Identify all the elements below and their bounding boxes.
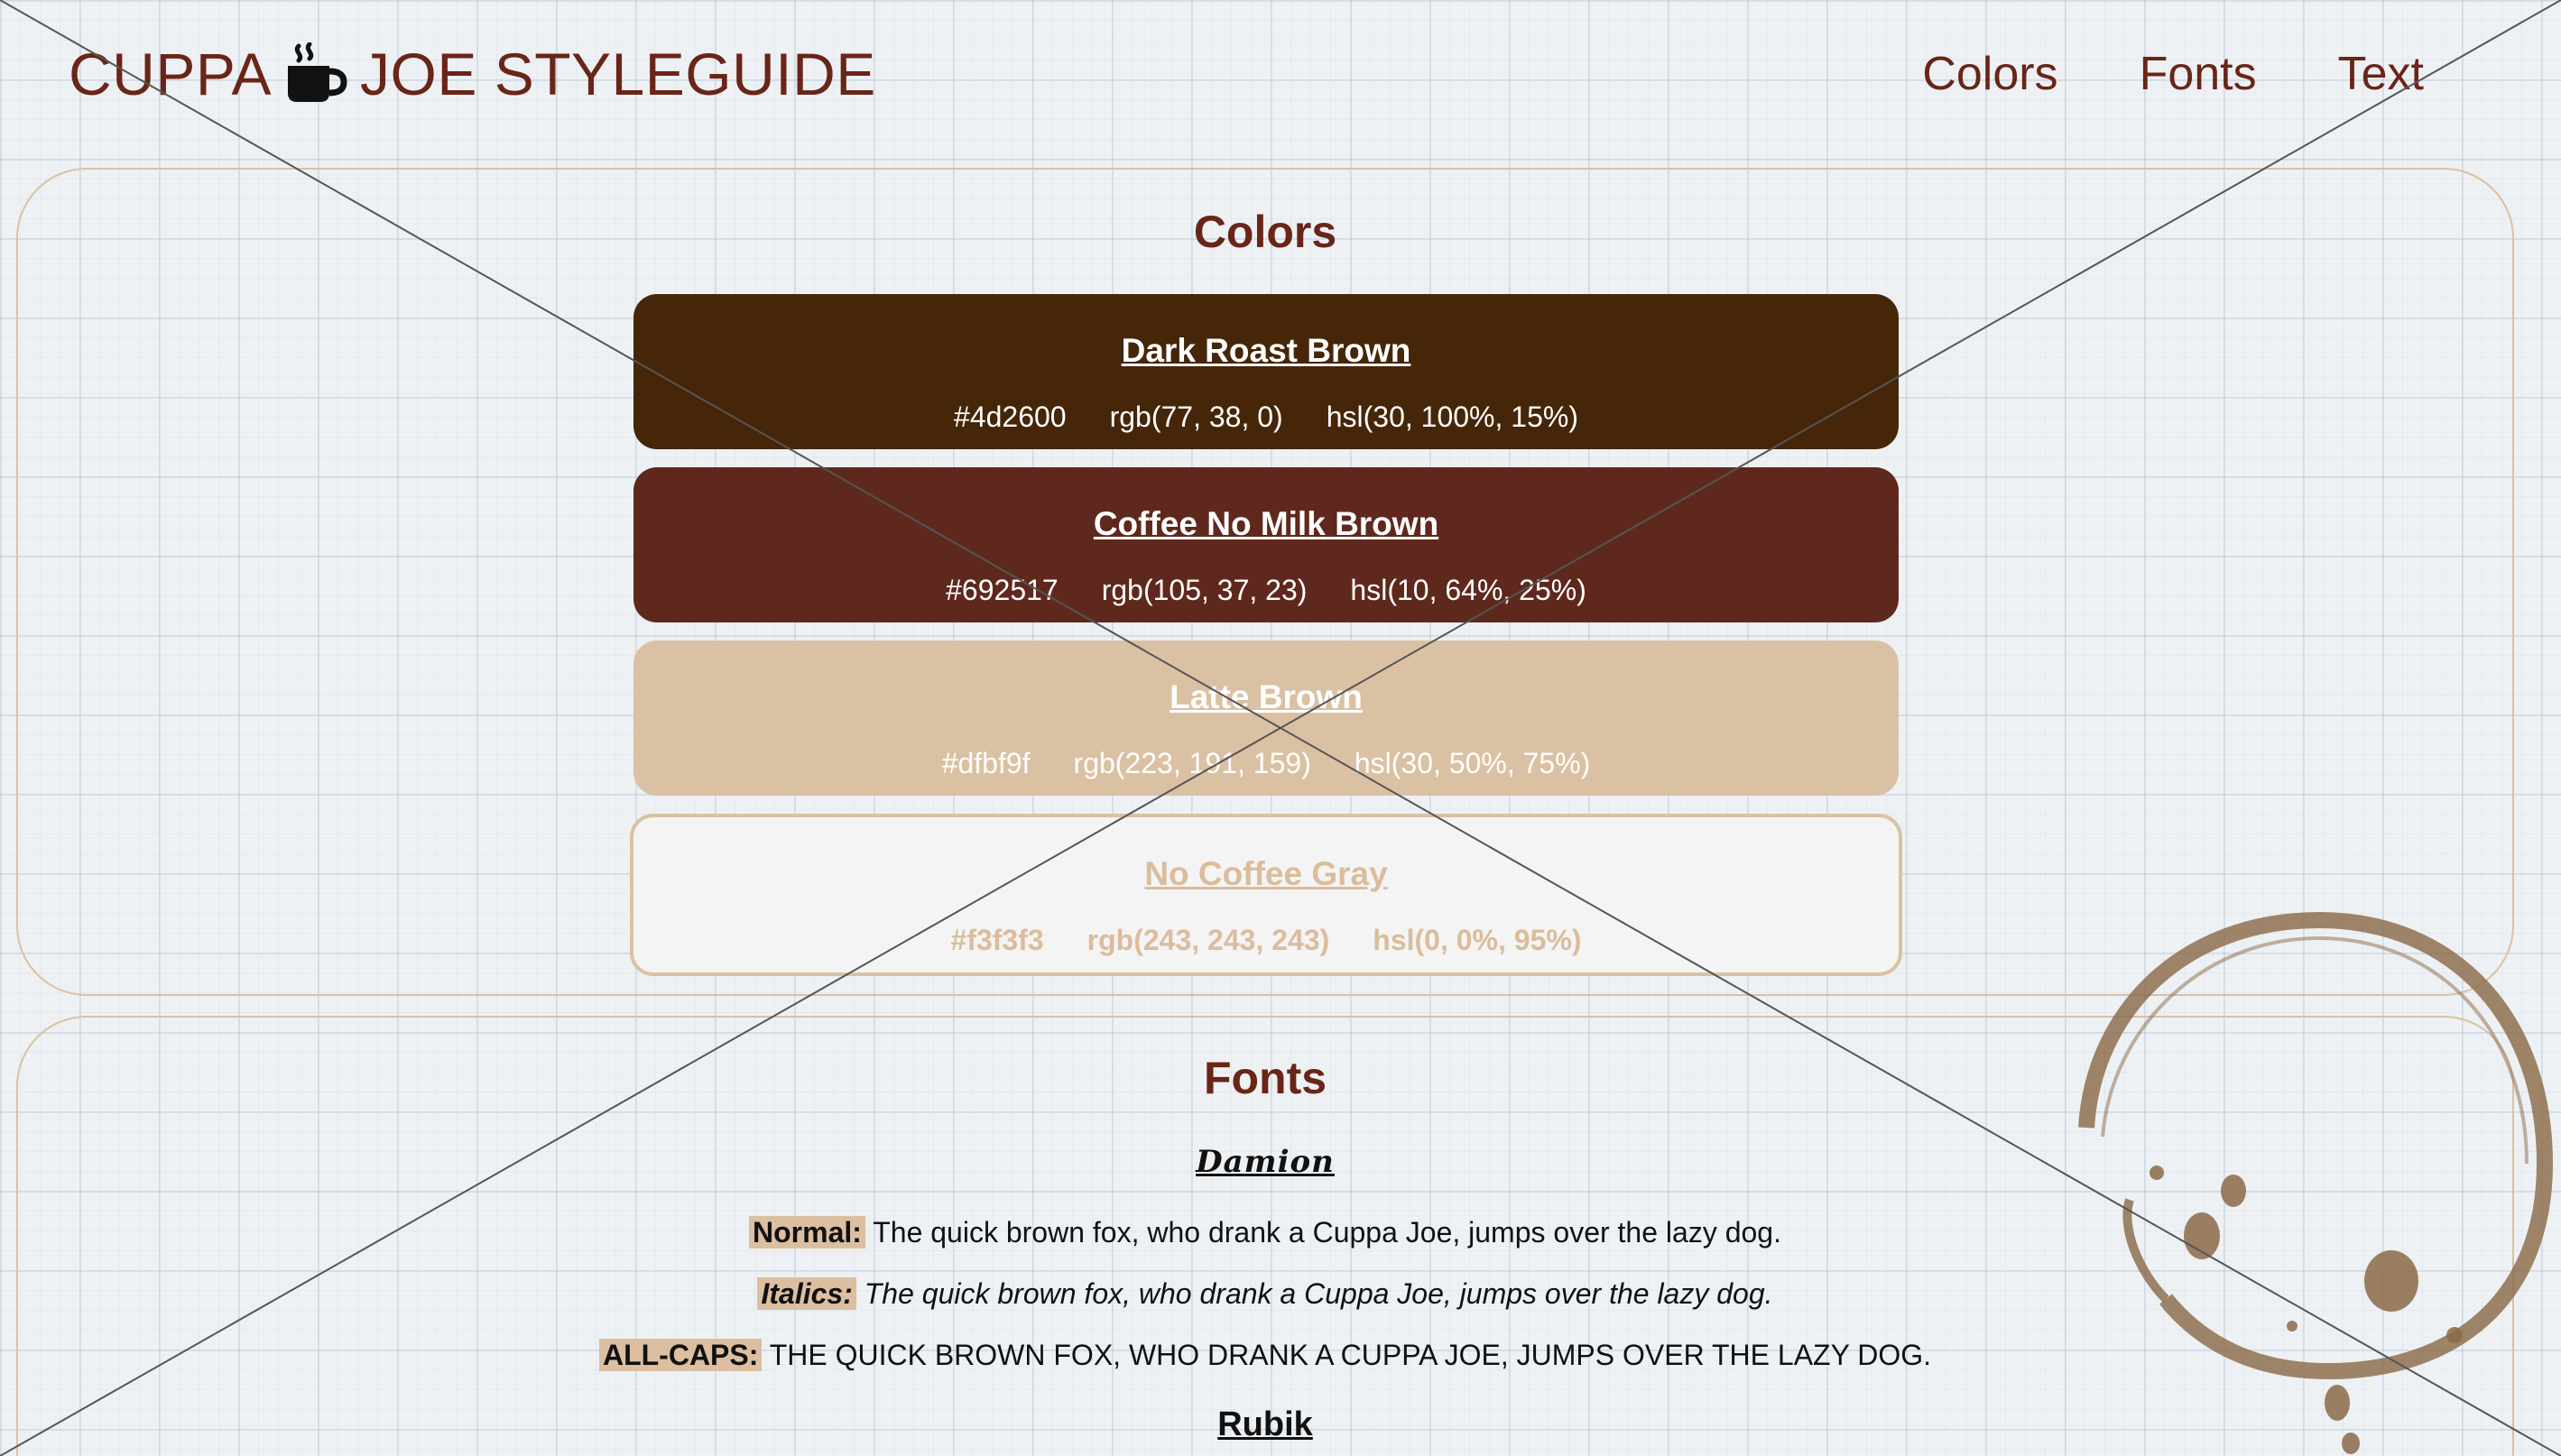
sample-label: Italics: xyxy=(757,1277,856,1310)
sample-label: Normal: xyxy=(749,1216,865,1249)
nav-link-colors[interactable]: Colors xyxy=(1922,47,2057,101)
swatch-rgb: rgb(105, 37, 23) xyxy=(1101,574,1308,606)
swatch-hex: #4d2600 xyxy=(954,401,1067,433)
coffee-cup-icon xyxy=(284,41,347,106)
colors-section: Colors Dark Roast Brown #4d2600 rgb(77, … xyxy=(16,168,2514,996)
swatch-hex: #dfbf9f xyxy=(941,747,1031,779)
logo-text-left: CUPPA xyxy=(69,41,272,107)
swatch-rgb: rgb(77, 38, 0) xyxy=(1109,401,1283,433)
colors-section-title: Colors xyxy=(1193,207,1337,257)
swatch-no-coffee-gray: No Coffee Gray #f3f3f3 rgb(243, 243, 243… xyxy=(630,814,1902,976)
swatch-name: Coffee No Milk Brown xyxy=(1093,505,1439,542)
swatch-dark-roast-brown: Dark Roast Brown #4d2600 rgb(77, 38, 0) … xyxy=(633,294,1899,449)
nav-link-fonts[interactable]: Fonts xyxy=(2140,47,2257,101)
sample-text: THE QUICK BROWN FOX, WHO DRANK A CUPPA J… xyxy=(769,1339,1932,1371)
swatch-hex: #692517 xyxy=(946,574,1059,606)
coffee-ring-stain xyxy=(2078,911,2554,1454)
sample-text: The quick brown fox, who drank a Cuppa J… xyxy=(864,1277,1773,1310)
swatch-values: #f3f3f3 rgb(243, 243, 243) hsl(0, 0%, 95… xyxy=(633,924,1899,957)
swatch-rgb: rgb(243, 243, 243) xyxy=(1086,924,1330,956)
swatch-values: #692517 rgb(105, 37, 23) hsl(10, 64%, 25… xyxy=(633,574,1899,607)
page-header: CUPPA JOE STYLEGUIDE Colors Fonts Text xyxy=(0,0,2561,153)
swatch-name: Dark Roast Brown xyxy=(1121,332,1411,369)
swatch-name: Latte Brown xyxy=(1170,678,1363,715)
site-logo[interactable]: CUPPA JOE STYLEGUIDE xyxy=(69,40,876,108)
swatch-hsl: hsl(30, 50%, 75%) xyxy=(1354,747,1591,779)
main-nav: Colors Fonts Text xyxy=(1922,47,2424,101)
swatch-name: No Coffee Gray xyxy=(1144,855,1388,892)
swatch-hsl: hsl(0, 0%, 95%) xyxy=(1373,924,1582,956)
sample-label: ALL-CAPS: xyxy=(598,1339,763,1371)
nav-link-text[interactable]: Text xyxy=(2338,47,2424,101)
sample-text: The quick brown fox, who drank a Cuppa J… xyxy=(873,1216,1781,1249)
swatch-rgb: rgb(223, 191, 159) xyxy=(1073,747,1311,779)
swatch-values: #dfbf9f rgb(223, 191, 159) hsl(30, 50%, … xyxy=(633,747,1899,780)
swatch-hsl: hsl(10, 64%, 25%) xyxy=(1350,574,1586,606)
swatch-values: #4d2600 rgb(77, 38, 0) hsl(30, 100%, 15%… xyxy=(633,401,1899,434)
swatch-hsl: hsl(30, 100%, 15%) xyxy=(1326,401,1578,433)
swatch-coffee-no-milk-brown: Coffee No Milk Brown #692517 rgb(105, 37… xyxy=(633,467,1899,622)
logo-text-right: JOE STYLEGUIDE xyxy=(360,41,876,107)
swatch-latte-brown: Latte Brown #dfbf9f rgb(223, 191, 159) h… xyxy=(633,640,1899,796)
swatch-hex: #f3f3f3 xyxy=(950,924,1044,956)
